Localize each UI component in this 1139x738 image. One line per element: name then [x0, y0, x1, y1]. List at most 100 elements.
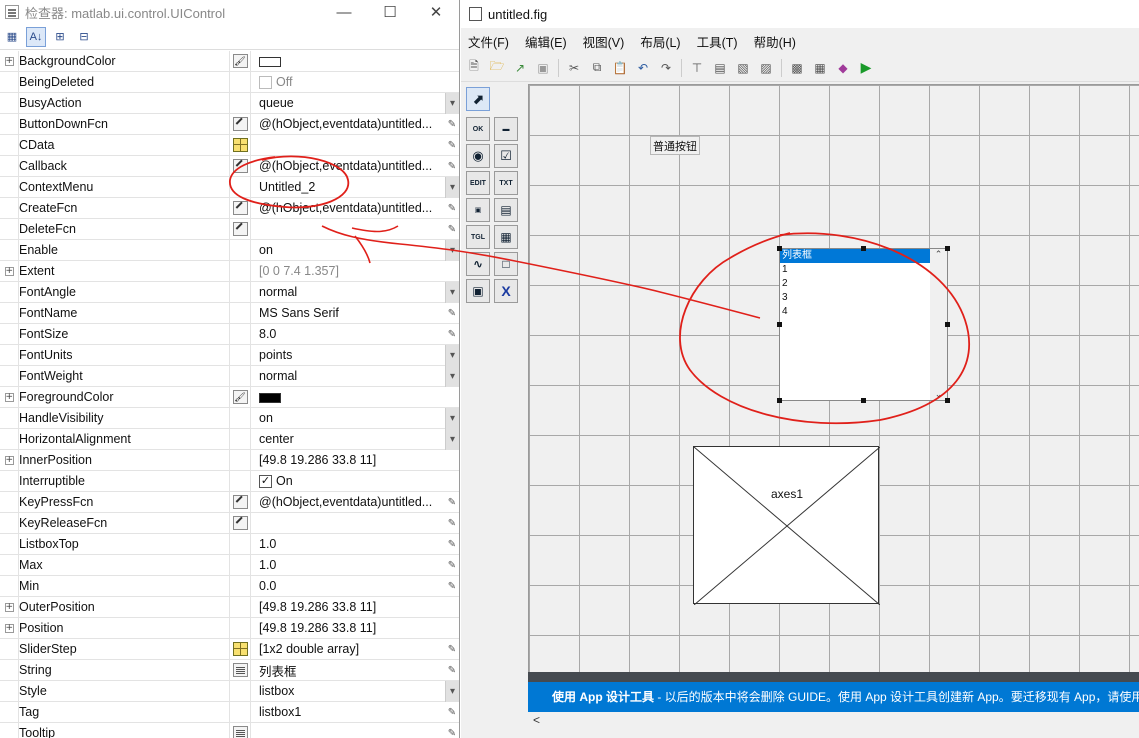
dropdown-arrow-icon[interactable]: ▾ [445, 281, 459, 303]
array-editor-icon[interactable] [232, 642, 248, 656]
checkbox-tool-icon[interactable]: ☑ [494, 144, 518, 168]
property-value[interactable]: [1x2 double array] [259, 642, 445, 656]
resize-handle[interactable] [945, 246, 950, 251]
minimize-icon[interactable]: — [321, 4, 367, 21]
property-row[interactable]: Interruptible ✓ On [0, 470, 459, 492]
property-row[interactable]: Tag listbox1 ✎ [0, 701, 459, 723]
property-value[interactable]: @(hObject,eventdata)untitled... [259, 117, 445, 131]
dropdown-arrow-icon[interactable]: ▾ [445, 92, 459, 114]
dropdown-arrow-icon[interactable]: ▾ [445, 344, 459, 366]
listbox-tool-icon[interactable]: ▤ [494, 198, 518, 222]
edit-pencil-icon[interactable]: ✎ [445, 702, 459, 723]
property-editor-button[interactable] [229, 638, 251, 660]
property-row[interactable]: ListboxTop 1.0 ✎ [0, 533, 459, 555]
property-value[interactable]: on [259, 243, 445, 257]
new-file-icon[interactable]: 🗎 [464, 58, 484, 78]
property-value[interactable]: 1.0 [259, 558, 445, 572]
property-value[interactable]: on [259, 411, 445, 425]
property-expander[interactable]: + [0, 386, 19, 408]
property-value[interactable]: 0.0 [259, 579, 445, 593]
property-checkbox[interactable] [259, 76, 272, 90]
property-value[interactable]: Untitled_2 [259, 180, 445, 194]
edit-pencil-icon[interactable]: ✎ [445, 534, 459, 555]
property-value[interactable]: [49.8 19.286 33.8 11] [259, 600, 445, 614]
property-row[interactable]: HorizontalAlignment center ▾ [0, 428, 459, 450]
property-row[interactable]: FontUnits points ▾ [0, 344, 459, 366]
listbox-item[interactable]: 3 [780, 291, 947, 305]
editor-icon[interactable]: ▩ [787, 58, 807, 78]
property-editor-button[interactable] [229, 722, 251, 738]
array-editor-icon[interactable] [232, 138, 248, 152]
property-editor-button[interactable] [229, 218, 251, 240]
property-editor-button[interactable] [229, 659, 251, 681]
push-button-tool-icon[interactable]: OK [466, 117, 490, 141]
expand-plus-icon[interactable]: + [4, 266, 14, 276]
align-objects-icon[interactable]: ⊤ [687, 58, 707, 78]
property-row[interactable]: + InnerPosition [49.8 19.286 33.8 11] [0, 449, 459, 471]
property-expander[interactable]: + [0, 260, 19, 282]
collapse-all-icon[interactable]: ⊟ [74, 27, 94, 47]
listbox-item[interactable]: 2 [780, 277, 947, 291]
menu-layout[interactable]: 布局(L) [640, 32, 680, 51]
property-row[interactable]: CData ✎ [0, 134, 459, 156]
property-editor-button[interactable]: 🖌 [229, 386, 251, 408]
listbox-component[interactable]: 列表框 1 2 3 4 ⌃ ⌄ [779, 248, 948, 401]
edit-pencil-icon[interactable]: ✎ [445, 198, 459, 219]
resize-handle[interactable] [777, 322, 782, 327]
property-editor-button[interactable] [229, 197, 251, 219]
edit-pencil-icon[interactable]: ✎ [445, 114, 459, 135]
button-group-tool-icon[interactable]: ▣ [466, 279, 490, 303]
property-row[interactable]: FontAngle normal ▾ [0, 281, 459, 303]
string-editor-icon[interactable] [232, 726, 248, 738]
static-text-tool-icon[interactable]: TXT [494, 171, 518, 195]
property-row[interactable]: ButtonDownFcn @(hObject,eventdata)untitle… [0, 113, 459, 135]
panel-tool-icon[interactable]: □ [494, 252, 518, 276]
property-row[interactable]: Enable on ▾ [0, 239, 459, 261]
property-row[interactable]: FontSize 8.0 ✎ [0, 323, 459, 345]
property-expander[interactable]: + [0, 50, 19, 72]
run-figure-icon[interactable]: ▶ [856, 58, 876, 78]
select-tool-icon[interactable]: ⬈ [466, 87, 490, 111]
dropdown-arrow-icon[interactable]: ▾ [445, 176, 459, 198]
property-row[interactable]: + BackgroundColor 🖌 [0, 50, 459, 72]
tab-order-editor-icon[interactable]: ▧ [733, 58, 753, 78]
dropdown-arrow-icon[interactable]: ▾ [445, 407, 459, 429]
categorize-icon[interactable]: ▦ [2, 27, 22, 47]
axes-tool-icon[interactable]: ∿ [466, 252, 490, 276]
scroll-left-icon[interactable]: < [533, 713, 540, 727]
property-value[interactable]: queue [259, 96, 445, 110]
edit-pencil-icon[interactable]: ✎ [445, 660, 459, 681]
property-row[interactable]: Max 1.0 ✎ [0, 554, 459, 576]
maximize-icon[interactable]: ☐ [367, 3, 413, 21]
property-expander[interactable]: + [0, 617, 19, 639]
expand-plus-icon[interactable]: + [4, 623, 14, 633]
property-value[interactable]: listbox1 [259, 705, 445, 719]
popup-menu-tool-icon[interactable]: ▣ [466, 198, 490, 222]
copy-icon[interactable]: ⧉ [587, 58, 607, 78]
property-value[interactable]: [49.8 19.286 33.8 11] [259, 621, 445, 635]
expand-plus-icon[interactable]: + [4, 602, 14, 612]
expand-plus-icon[interactable]: + [4, 392, 14, 402]
property-row[interactable]: KeyPressFcn @(hObject,eventdata)untitled.… [0, 491, 459, 513]
callback-editor-icon[interactable] [232, 159, 248, 173]
edit-pencil-icon[interactable]: ✎ [445, 513, 459, 534]
save-as-icon[interactable]: ↗ [510, 58, 530, 78]
property-row[interactable]: + OuterPosition [49.8 19.286 33.8 11] [0, 596, 459, 618]
callback-editor-icon[interactable] [232, 495, 248, 509]
property-row[interactable]: Min 0.0 ✎ [0, 575, 459, 597]
listbox-item[interactable]: 4 [780, 305, 947, 319]
open-folder-icon[interactable]: 🗁 [487, 58, 507, 78]
activex-tool-icon[interactable]: X [494, 279, 518, 303]
property-value[interactable]: ✓ On [259, 474, 445, 489]
resize-handle[interactable] [861, 398, 866, 403]
redo-icon[interactable]: ↷ [656, 58, 676, 78]
callback-editor-icon[interactable] [232, 516, 248, 530]
edit-pencil-icon[interactable]: ✎ [445, 324, 459, 345]
resize-handle[interactable] [945, 322, 950, 327]
color-picker-icon[interactable]: 🖌 [232, 54, 248, 68]
resize-handle[interactable] [777, 398, 782, 403]
property-value[interactable]: @(hObject,eventdata)untitled... [259, 201, 445, 215]
save-icon[interactable]: ▣ [533, 58, 553, 78]
property-row[interactable]: FontWeight normal ▾ [0, 365, 459, 387]
property-editor-button[interactable] [229, 512, 251, 534]
